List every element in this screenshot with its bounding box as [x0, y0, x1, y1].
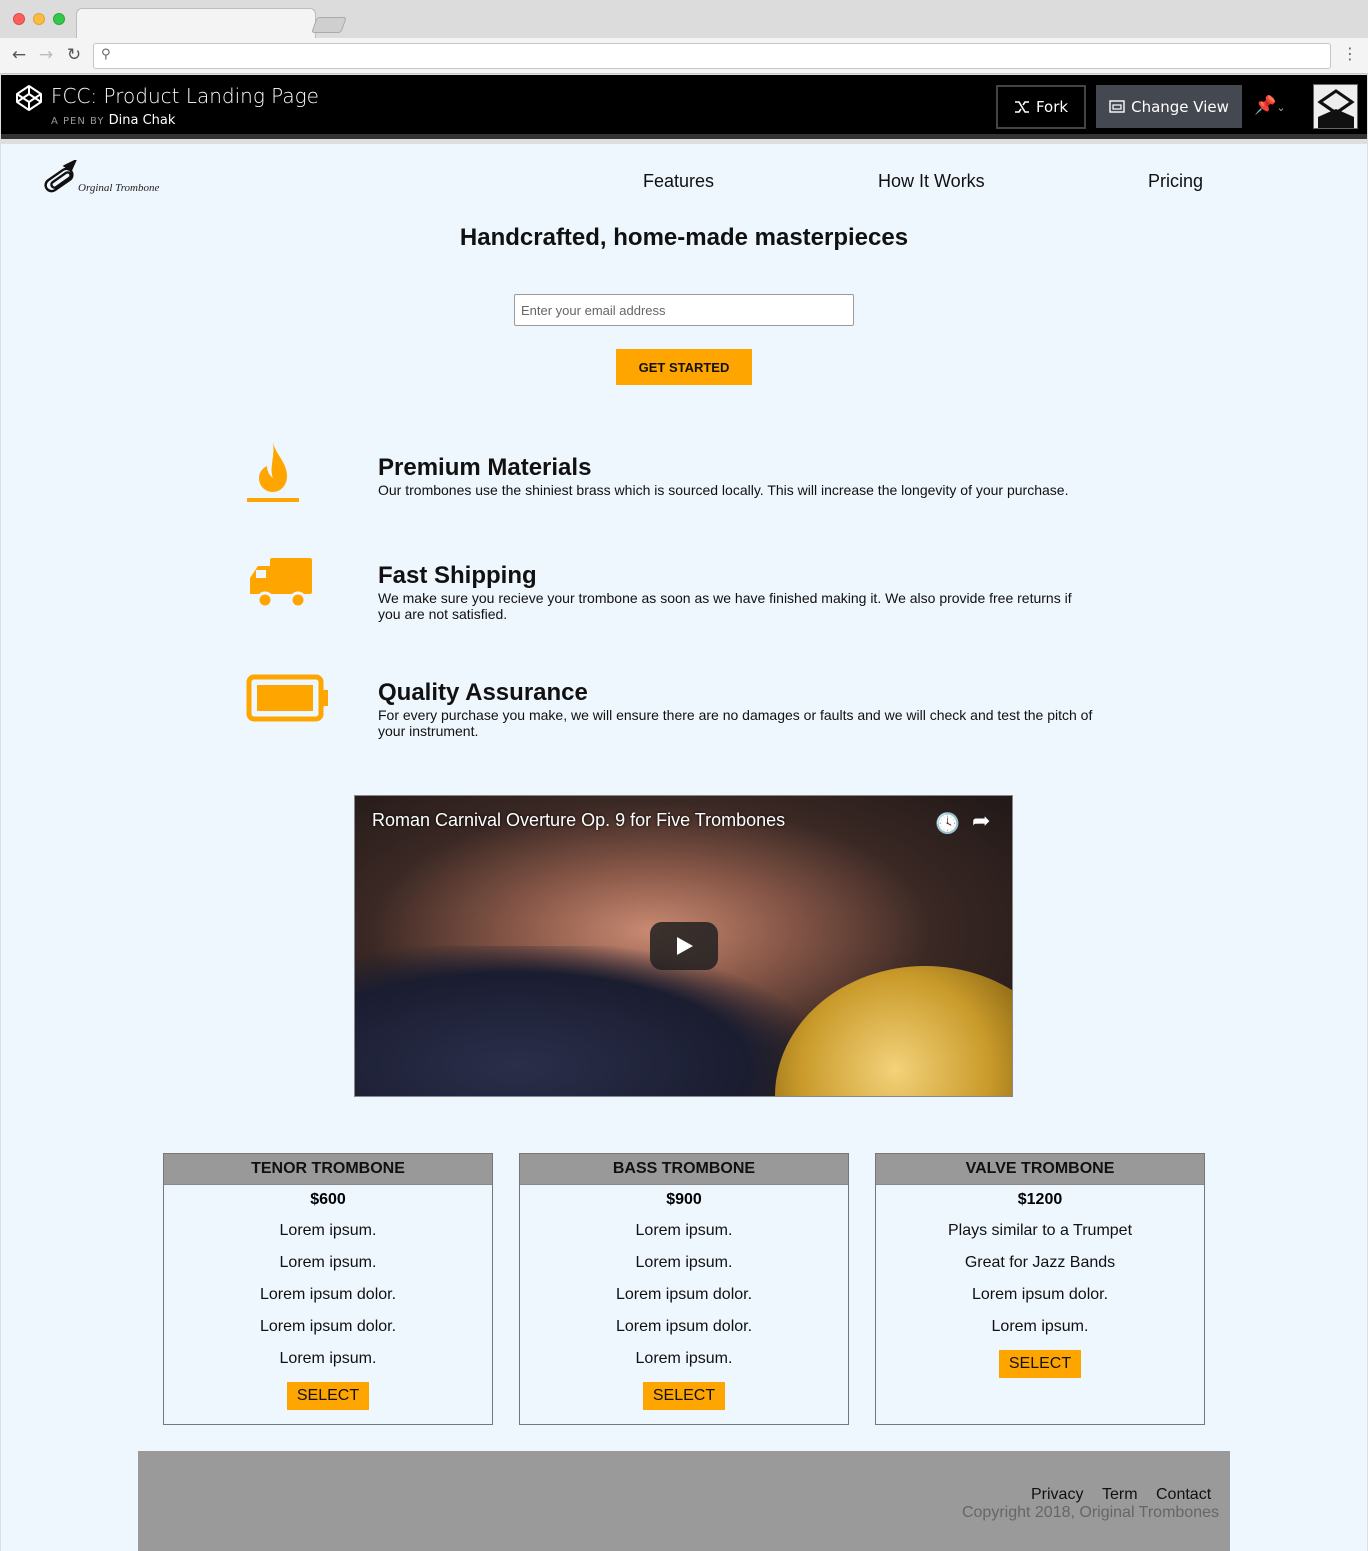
feature-fast-shipping: Fast Shipping We make sure you recieve y…: [378, 562, 1098, 622]
new-tab-button[interactable]: [311, 17, 347, 33]
pen-title: FCC: Product Landing Page: [51, 84, 319, 108]
feature-text: Our trombones use the shiniest brass whi…: [378, 482, 1069, 498]
truck-icon: [250, 558, 312, 609]
avatar-image: [1314, 85, 1357, 128]
battery-icon: [246, 674, 328, 722]
landing-page: Orginal Trombone Features How It Works P…: [1, 144, 1367, 1551]
browser-toolbar: ← → ↻ ⚲ ⋮: [0, 38, 1368, 74]
pen-byline: A PEN BY Dina Chak: [51, 113, 175, 128]
feature-quality-assurance: Quality Assurance For every purchase you…: [378, 679, 1098, 739]
watch-later-icon[interactable]: 🕓: [935, 811, 960, 835]
select-tenor-button[interactable]: SELECT: [286, 1382, 370, 1410]
pen-author-link[interactable]: Dina Chak: [109, 113, 176, 128]
browser-menu-icon[interactable]: ⋮: [1342, 44, 1358, 63]
nav-link-how-it-works[interactable]: How It Works: [878, 171, 985, 192]
plan-card-valve: VALVE TROMBONE $1200 Plays similar to a …: [875, 1153, 1205, 1425]
plan-feature: Lorem ipsum dolor.: [615, 1318, 753, 1335]
plan-feature: Lorem ipsum dolor.: [615, 1286, 753, 1303]
fork-button[interactable]: Fork: [996, 85, 1086, 129]
search-icon: ⚲: [101, 47, 111, 62]
fire-icon: [247, 442, 299, 502]
reload-icon[interactable]: ↻: [64, 44, 84, 66]
footer-link-term[interactable]: Term: [1102, 1486, 1138, 1504]
plan-price: $600: [310, 1191, 346, 1208]
plan-feature: Lorem ipsum.: [279, 1350, 377, 1367]
maximize-window-button[interactable]: [53, 13, 65, 25]
plan-feature: Lorem ipsum.: [279, 1254, 377, 1271]
feature-title: Premium Materials: [378, 454, 592, 481]
plan-card-tenor: TENOR TROMBONE $600 Lorem ipsum. Lorem i…: [163, 1153, 493, 1425]
forward-arrow-icon[interactable]: →: [36, 44, 56, 66]
plan-feature: Lorem ipsum.: [279, 1222, 377, 1239]
copyright-text: Copyright 2018, Original Trombones: [961, 1504, 1219, 1521]
change-view-icon: [1109, 100, 1125, 113]
plan-feature: Lorem ipsum.: [991, 1318, 1089, 1335]
plan-feature: Plays similar to a Trumpet: [947, 1222, 1133, 1239]
plan-feature: Lorem ipsum dolor.: [971, 1286, 1109, 1303]
select-valve-button[interactable]: SELECT: [998, 1350, 1082, 1378]
plan-card-bass: BASS TROMBONE $900 Lorem ipsum. Lorem ip…: [519, 1153, 849, 1425]
change-view-label: Change View: [1131, 97, 1229, 116]
video-player[interactable]: Roman Carnival Overture Op. 9 for Five T…: [354, 795, 1013, 1097]
hero-title: Handcrafted, home-made masterpieces: [459, 224, 909, 251]
feature-title: Fast Shipping: [378, 562, 537, 589]
footer-link-privacy[interactable]: Privacy: [1031, 1486, 1083, 1504]
nav-link-pricing[interactable]: Pricing: [1148, 171, 1203, 192]
pin-dropdown-icon[interactable]: 📌⌄: [1254, 95, 1286, 116]
fork-icon: [1014, 101, 1029, 113]
logo-text: Orginal Trombone: [78, 182, 160, 194]
plan-feature: Lorem ipsum dolor.: [259, 1318, 397, 1335]
codepen-header: FCC: Product Landing Page A PEN BY Dina …: [1, 75, 1367, 139]
plan-feature: Lorem ipsum.: [635, 1350, 733, 1367]
share-icon[interactable]: ➦: [972, 809, 990, 834]
plan-feature: Lorem ipsum dolor.: [259, 1286, 397, 1303]
feature-premium-materials: Premium Materials Our trombones use the …: [378, 454, 1098, 498]
footer-link-contact[interactable]: Contact: [1156, 1486, 1211, 1504]
minimize-window-button[interactable]: [33, 13, 45, 25]
back-arrow-icon[interactable]: ←: [9, 44, 29, 66]
plan-name: VALVE TROMBONE: [876, 1154, 1204, 1185]
change-view-button[interactable]: Change View: [1096, 85, 1242, 128]
trombone-logo-icon[interactable]: [41, 160, 176, 200]
nav-link-features[interactable]: Features: [643, 171, 714, 192]
plan-name: BASS TROMBONE: [520, 1154, 848, 1185]
plan-price: $1200: [1017, 1191, 1063, 1208]
get-started-button[interactable]: GET STARTED: [616, 349, 752, 385]
play-icon: [677, 937, 693, 955]
plan-feature: Lorem ipsum.: [635, 1254, 733, 1271]
plan-feature: Great for Jazz Bands: [964, 1254, 1116, 1271]
footer: Privacy Term Contact Copyright 2018, Ori…: [138, 1451, 1230, 1551]
plan-name: TENOR TROMBONE: [164, 1154, 492, 1185]
video-frame: [355, 946, 815, 1096]
play-button[interactable]: [650, 922, 718, 970]
browser-tab-strip: [0, 0, 1368, 39]
codepen-logo-icon[interactable]: [15, 84, 43, 112]
plan-feature: Lorem ipsum.: [635, 1222, 733, 1239]
email-input[interactable]: [514, 294, 854, 326]
feature-text: We make sure you recieve your trombone a…: [378, 590, 1072, 622]
plan-price: $900: [666, 1191, 702, 1208]
browser-tab-active[interactable]: [76, 8, 316, 39]
user-avatar[interactable]: [1313, 84, 1358, 129]
pen-by-prefix: A PEN BY: [51, 116, 105, 127]
close-window-button[interactable]: [13, 13, 25, 25]
fork-label: Fork: [1035, 98, 1069, 116]
address-bar[interactable]: ⚲: [93, 43, 1331, 69]
feature-title: Quality Assurance: [378, 679, 588, 706]
feature-text: For every purchase you make, we will ens…: [378, 707, 1093, 739]
select-bass-button[interactable]: SELECT: [642, 1382, 726, 1410]
video-title[interactable]: Roman Carnival Overture Op. 9 for Five T…: [372, 810, 785, 831]
